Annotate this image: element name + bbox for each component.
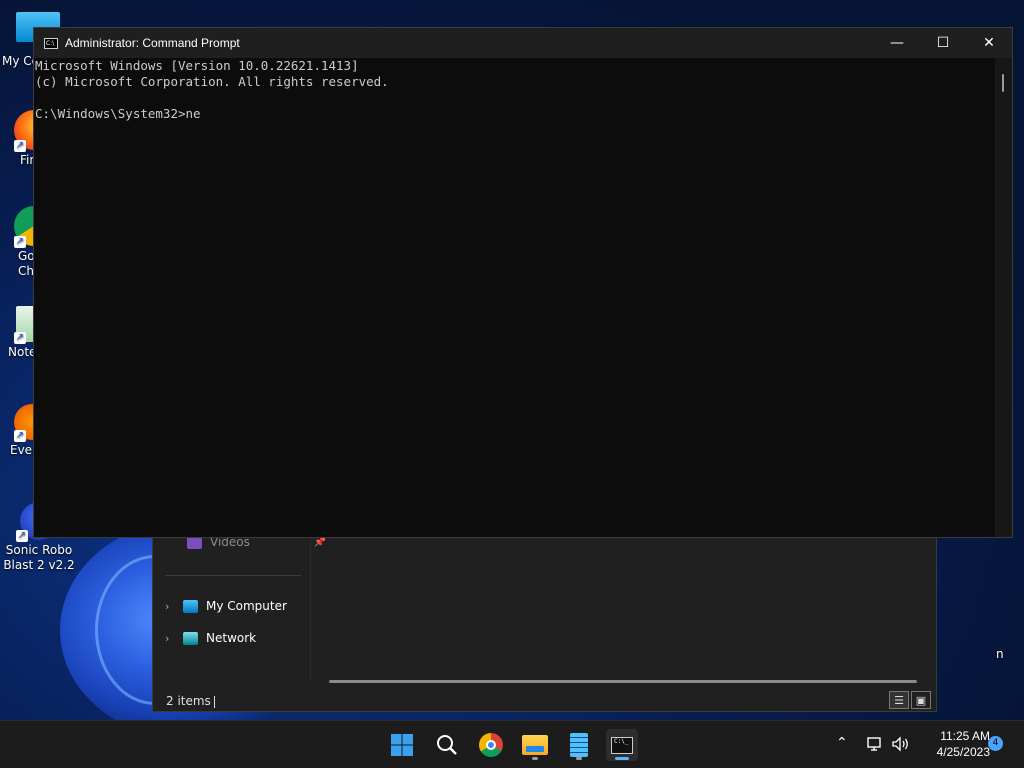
chrome-icon [479, 733, 503, 757]
shortcut-arrow-icon: ↗ [14, 332, 26, 344]
show-hidden-icons-button[interactable]: ⌃ [836, 735, 848, 751]
chevron-up-icon: ⌃ [836, 735, 848, 751]
details-view-icon: ☰ [894, 693, 904, 707]
minimize-button[interactable]: — [874, 28, 920, 58]
desktop-partial-label: n [996, 647, 1004, 661]
shortcut-arrow-icon: ↗ [16, 530, 28, 542]
cmd-app-icon[interactable]: C:\ [44, 37, 58, 49]
maximize-icon: ☐ [936, 35, 950, 51]
active-indicator [615, 757, 629, 760]
chevron-right-icon[interactable]: › [165, 632, 175, 645]
taskbar-terminal-button[interactable]: C:\_ [606, 729, 638, 761]
nav-item-label: Network [206, 631, 257, 645]
shortcut-arrow-icon: ↗ [14, 236, 26, 248]
start-icon [391, 734, 413, 756]
minimize-icon: — [890, 35, 904, 51]
window-title: Administrator: Command Prompt [65, 36, 240, 50]
desktop-icon-label: Sonic Robo Blast 2 v2.2 [3, 543, 75, 572]
search-button[interactable] [431, 729, 463, 761]
running-indicator [532, 757, 538, 760]
details-view-button[interactable]: ☰ [889, 691, 909, 709]
pin-icon: 📌 [313, 536, 327, 548]
start-button[interactable] [386, 729, 418, 761]
close-button[interactable]: ✕ [966, 28, 1012, 58]
console-line: (c) Microsoft Corporation. All rights re… [35, 74, 389, 89]
scrollbar-thumb[interactable] [1002, 74, 1004, 92]
computer-icon [183, 599, 198, 613]
network-icon [183, 631, 198, 645]
vertical-scrollbar[interactable] [995, 58, 1012, 537]
console-output[interactable]: Microsoft Windows [Version 10.0.22621.14… [35, 58, 995, 537]
network-status-button[interactable] [866, 735, 884, 757]
taskbar-chrome-button[interactable] [475, 729, 507, 761]
large-icons-view-button[interactable]: ▣ [911, 691, 931, 709]
terminal-icon: C:\_ [611, 736, 633, 754]
volume-icon [892, 736, 908, 752]
nav-item-network[interactable]: › Network [165, 627, 256, 649]
search-icon [437, 735, 457, 755]
file-explorer-icon [522, 735, 548, 755]
system-clock[interactable]: 11:25 AM 4/25/2023 [918, 728, 990, 760]
command-prompt-window[interactable]: C:\ Administrator: Command Prompt — ☐ ✕ … [33, 27, 1013, 538]
large-icons-view-icon: ▣ [915, 693, 927, 707]
nav-item-my-computer[interactable]: › My Computer [165, 595, 287, 617]
status-divider [214, 696, 215, 708]
clock-time: 11:25 AM [940, 729, 990, 743]
nav-divider [165, 575, 301, 576]
nav-item-label: My Computer [206, 599, 287, 613]
horizontal-scrollbar[interactable] [329, 680, 917, 683]
title-bar[interactable]: C:\ Administrator: Command Prompt — ☐ ✕ [34, 28, 1012, 58]
clock-date: 4/25/2023 [936, 745, 990, 759]
chevron-right-icon[interactable]: › [165, 600, 175, 613]
notification-badge[interactable]: 4 [988, 736, 1003, 751]
navigation-pane: Videos 📌 › My Computer › Network [153, 521, 326, 681]
running-indicator [576, 757, 582, 760]
network-icon [867, 737, 881, 751]
console-line: Microsoft Windows [Version 10.0.22621.14… [35, 58, 359, 73]
volume-button[interactable] [891, 735, 911, 757]
maximize-button[interactable]: ☐ [920, 28, 966, 58]
status-item-count: 2 items [166, 694, 211, 708]
taskbar: C:\_ ⌃ 11:25 AM 4/25/2023 [0, 720, 1024, 768]
taskbar-file-explorer-button[interactable] [519, 729, 551, 761]
file-explorer-window[interactable]: Videos 📌 › My Computer › Network 2 items… [152, 520, 937, 712]
notepad-icon [570, 733, 588, 757]
window-controls: — ☐ ✕ [874, 28, 1012, 58]
close-icon: ✕ [983, 35, 995, 51]
shortcut-arrow-icon: ↗ [14, 430, 26, 442]
taskbar-notepad-button[interactable] [563, 729, 595, 761]
console-prompt-line[interactable]: C:\Windows\System32>ne [35, 106, 995, 122]
shortcut-arrow-icon: ↗ [14, 140, 26, 152]
